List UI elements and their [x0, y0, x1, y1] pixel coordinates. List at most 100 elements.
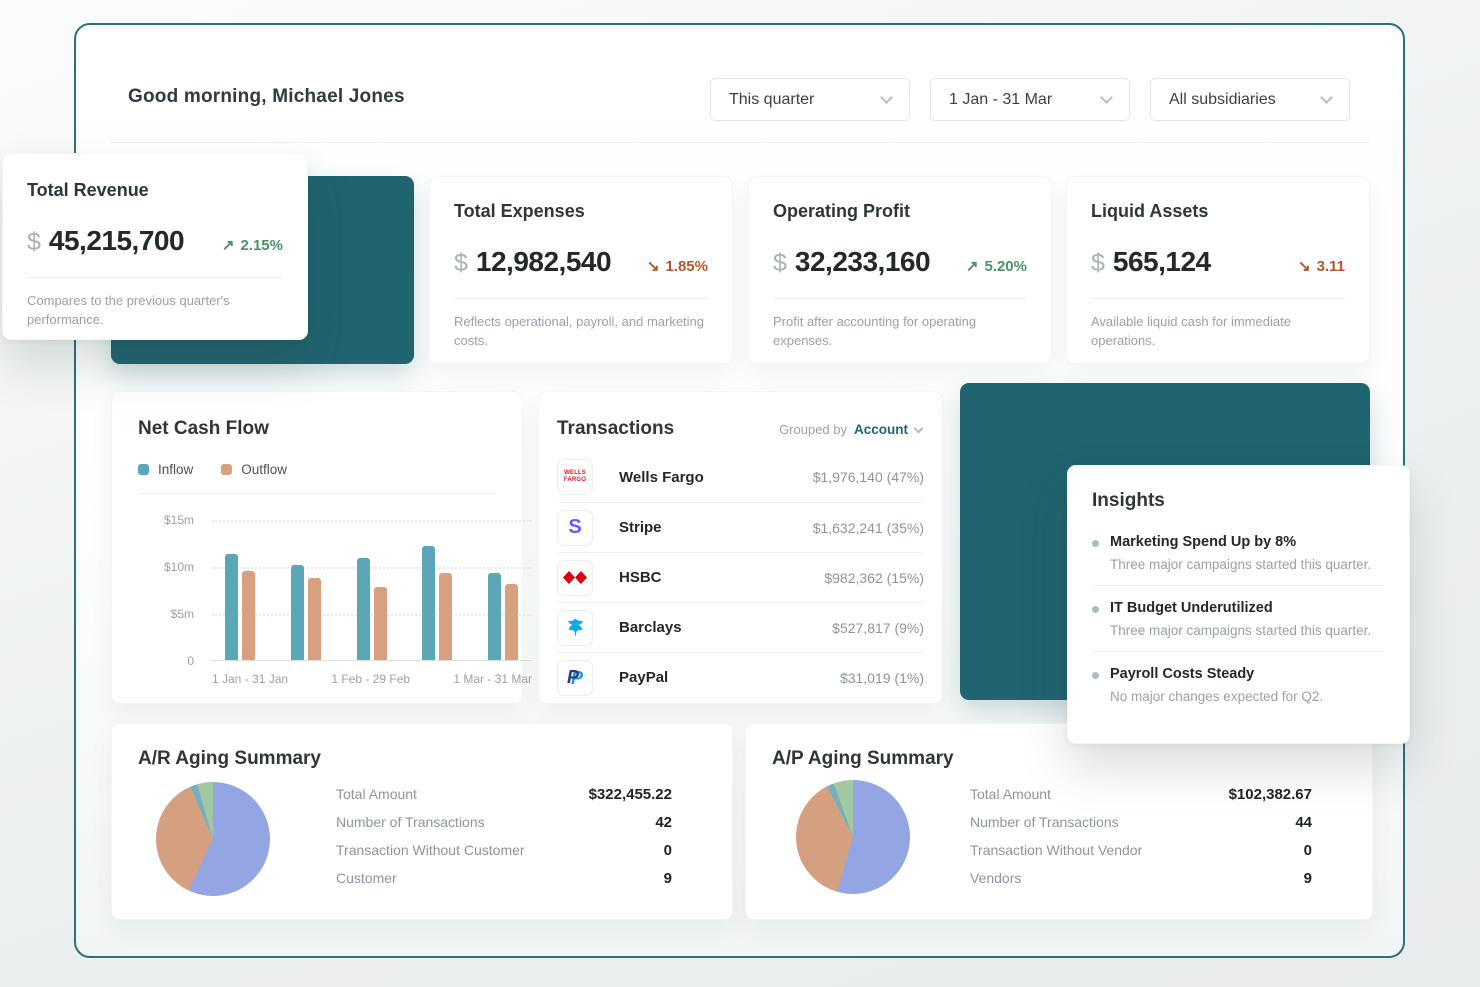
stat-value: 9 — [664, 870, 672, 887]
kpi-value: 12,982,540 — [476, 246, 611, 278]
wells-fargo-logo-icon: WELLS FARGO — [557, 459, 593, 495]
bullet-dot-icon — [1092, 606, 1099, 613]
transaction-row[interactable]: Barclays $527,817 (9%) — [557, 602, 924, 652]
chevron-down-icon — [880, 91, 893, 104]
filter-dropdown-date-range[interactable]: 1 Jan - 31 Mar — [930, 78, 1130, 121]
divider — [454, 298, 708, 299]
transaction-amount: $982,362 (15%) — [824, 570, 924, 586]
kpi-title: Liquid Assets — [1091, 201, 1345, 222]
stripe-logo-icon: S — [557, 510, 593, 546]
section-title: Transactions — [557, 418, 674, 440]
insights-card: Insights Marketing Spend Up by 8% Three … — [1067, 465, 1410, 744]
cash-flow-x-labels: 1 Jan - 31 Jan1 Feb - 29 Feb1 Mar - 31 M… — [212, 672, 532, 686]
grouped-by-dropdown[interactable]: Grouped by Account — [779, 422, 922, 437]
stat-label: Total Amount — [970, 786, 1051, 802]
stat-row: Total Amount $322,455.22 — [336, 780, 672, 808]
stat-value: 9 — [1304, 870, 1312, 887]
legend-label: Outflow — [241, 462, 287, 477]
kpi-delta-value: 2.15% — [240, 237, 283, 254]
currency-symbol: $ — [27, 228, 41, 257]
trend-down-icon: ↘ — [1298, 257, 1311, 275]
filter-label: This quarter — [729, 91, 814, 109]
stat-value: $322,455.22 — [589, 786, 672, 803]
legend-item-outflow: Outflow — [221, 462, 287, 477]
paypal-logo-icon: P P — [557, 660, 593, 696]
stat-row: Transaction Without Customer 0 — [336, 836, 672, 864]
divider — [27, 277, 283, 278]
outflow-bar — [242, 571, 255, 660]
stat-label: Number of Transactions — [970, 814, 1119, 830]
transaction-row[interactable]: WELLS FARGO Wells Fargo $1,976,140 (47%) — [557, 452, 924, 502]
transaction-amount: $1,976,140 (47%) — [813, 469, 924, 485]
outflow-bar — [439, 573, 452, 660]
bar-group — [291, 565, 321, 660]
bullet-dot-icon — [1092, 540, 1099, 547]
stat-label: Customer — [336, 870, 397, 886]
chevron-down-icon — [1320, 91, 1333, 104]
cash-flow-y-axis: $15m$10m$5m0 — [138, 520, 194, 661]
transaction-row[interactable]: P P PayPal $31,019 (1%) — [557, 652, 924, 702]
stat-label: Number of Transactions — [336, 814, 485, 830]
insight-description: Three major campaigns started this quart… — [1110, 557, 1371, 572]
bullet-dot-icon — [1092, 672, 1099, 679]
kpi-value: 32,233,160 — [795, 246, 930, 278]
kpi-card-liquid-assets: Liquid Assets $ 565,124 ↘ 3.11 Available… — [1066, 176, 1370, 364]
x-axis-label: 1 Feb - 29 Feb — [331, 672, 410, 686]
stat-value: 42 — [655, 814, 672, 831]
kpi-title: Operating Profit — [773, 201, 1027, 222]
kpi-card-operating-profit: Operating Profit $ 32,233,160 ↗ 5.20% Pr… — [748, 176, 1052, 364]
stat-label: Transaction Without Customer — [336, 842, 525, 858]
legend-swatch-icon — [221, 464, 232, 475]
page: Good morning, Michael Jones This quarter… — [0, 0, 1480, 987]
transaction-row[interactable]: S Stripe $1,632,241 (35%) — [557, 502, 924, 552]
insight-description: No major changes expected for Q2. — [1110, 689, 1323, 704]
stat-row: Vendors 9 — [970, 864, 1312, 892]
section-title: Insights — [1092, 490, 1385, 512]
outflow-bar — [308, 578, 321, 660]
insight-item: Payroll Costs Steady No major changes ex… — [1092, 651, 1385, 717]
section-title: A/R Aging Summary — [138, 748, 732, 770]
trend-up-icon: ↗ — [966, 257, 979, 275]
filter-dropdown-period[interactable]: This quarter — [710, 78, 910, 121]
stat-row: Number of Transactions 44 — [970, 808, 1312, 836]
ap-aging-summary-card: A/P Aging Summary Total Amount $102,382.… — [745, 723, 1373, 920]
stat-value: 44 — [1295, 814, 1312, 831]
transaction-name: Wells Fargo — [619, 469, 704, 486]
inflow-bar — [225, 554, 238, 660]
kpi-card-total-expenses: Total Expenses $ 12,982,540 ↘ 1.85% Refl… — [429, 176, 733, 364]
currency-symbol: $ — [1091, 249, 1105, 278]
bar-group — [422, 546, 452, 660]
chevron-down-icon — [1100, 91, 1113, 104]
cash-flow-legend: Inflow Outflow — [138, 462, 496, 477]
kpi-description: Profit after accounting for operating ex… — [773, 313, 1027, 351]
hsbc-logo-icon — [557, 560, 593, 596]
stat-label: Total Amount — [336, 786, 417, 802]
filter-dropdown-subsidiaries[interactable]: All subsidiaries — [1150, 78, 1350, 121]
inflow-bar — [357, 558, 370, 660]
insight-title: IT Budget Underutilized — [1110, 600, 1371, 616]
stat-row: Number of Transactions 42 — [336, 808, 672, 836]
y-axis-tick: 0 — [187, 654, 194, 668]
transactions-card: Transactions Grouped by Account WELLS FA… — [538, 391, 943, 704]
legend-item-inflow: Inflow — [138, 462, 193, 477]
transaction-row[interactable]: HSBC $982,362 (15%) — [557, 552, 924, 602]
outflow-bar — [374, 587, 387, 660]
stat-value: 0 — [664, 842, 672, 859]
insight-title: Payroll Costs Steady — [1110, 666, 1323, 682]
transaction-amount: $527,817 (9%) — [832, 620, 924, 636]
bar-group — [488, 573, 518, 660]
divider — [1091, 298, 1345, 299]
kpi-description: Compares to the previous quarter's perfo… — [27, 292, 283, 330]
stat-value: $102,382.67 — [1229, 786, 1312, 803]
insight-title: Marketing Spend Up by 8% — [1110, 534, 1371, 550]
trend-down-icon: ↘ — [647, 257, 660, 275]
transaction-name: Barclays — [619, 619, 682, 636]
grouped-by-label: Grouped by — [779, 422, 847, 437]
chevron-down-icon — [914, 423, 924, 433]
currency-symbol: $ — [773, 249, 787, 278]
cash-flow-bars — [212, 519, 532, 660]
inflow-bar — [291, 565, 304, 660]
kpi-delta-value: 1.85% — [665, 258, 708, 275]
transaction-name: HSBC — [619, 569, 662, 586]
cash-flow-plot — [212, 520, 532, 661]
